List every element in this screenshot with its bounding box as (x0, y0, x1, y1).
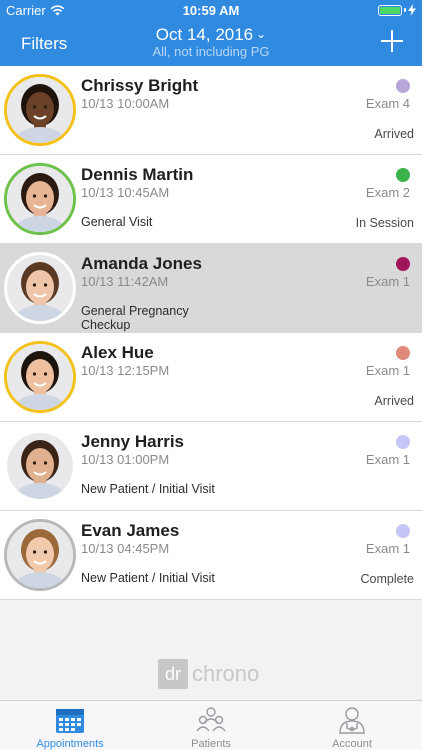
tab-appointments-label: Appointments (36, 738, 104, 750)
drchrono-logo: dr chrono (158, 659, 259, 689)
status-dot (396, 435, 410, 449)
tab-patients-label: Patients (191, 738, 231, 750)
tab-patients[interactable]: Patients (141, 701, 281, 750)
patient-name: Jenny Harris (81, 432, 184, 451)
tab-account[interactable]: Account (282, 701, 422, 750)
visit-reason: New Patient / Initial Visit (81, 571, 215, 585)
status-dot (396, 168, 410, 182)
appointment-time: 10/13 12:15PM (81, 363, 170, 378)
appointment-time: 10/13 04:45PM (81, 541, 170, 556)
patient-avatar (4, 430, 76, 502)
patient-name: Chrissy Bright (81, 76, 199, 95)
visit-reason: General Visit (81, 215, 153, 229)
appointment-time: 10/13 10:00AM (81, 96, 170, 111)
chevron-down-icon: ⌄ (256, 27, 267, 41)
patient-name: Dennis Martin (81, 165, 194, 184)
appointment-list: Chrissy Bright 10/13 10:00AM Exam 4 Arri… (0, 66, 422, 600)
appointment-status: Arrived (374, 394, 414, 408)
exam-room: Exam 1 (365, 274, 410, 289)
visit-reason: General Pregnancy Checkup (81, 304, 189, 332)
patient-name: Amanda Jones (81, 254, 202, 273)
exam-room: Exam 2 (365, 185, 410, 200)
patient-avatar (4, 341, 76, 413)
status-bar: Carrier 10:59 AM (0, 0, 422, 22)
top-bar: Carrier 10:59 AM Filters Oct 14, 2016 ⌄ A… (0, 0, 422, 66)
filter-subtitle: All, not including PG (152, 44, 270, 59)
appointment-row[interactable]: Amanda Jones 10/13 11:42AM General Pregn… (0, 244, 422, 333)
status-dot (396, 524, 410, 538)
status-dot (396, 257, 410, 271)
patient-name: Evan James (81, 521, 180, 540)
exam-room: Exam 4 (365, 96, 410, 111)
add-appointment-button[interactable] (381, 30, 403, 52)
exam-room: Exam 1 (365, 541, 410, 556)
clock: 10:59 AM (182, 3, 240, 18)
tab-bar: Appointments Patients Account (0, 700, 422, 750)
patients-icon (196, 707, 226, 732)
appointment-time: 10/13 01:00PM (81, 452, 170, 467)
date-picker[interactable]: Oct 14, 2016 ⌄ (0, 25, 422, 45)
exam-room: Exam 1 (365, 452, 410, 467)
logo-word: chrono (192, 661, 260, 686)
patient-avatar (4, 74, 76, 146)
patient-avatar (4, 519, 76, 591)
appointment-time: 10/13 10:45AM (81, 185, 170, 200)
nav-bar: Filters Oct 14, 2016 ⌄ All, not including… (0, 22, 422, 66)
appointment-row[interactable]: Dennis Martin 10/13 10:45AM General Visi… (0, 155, 422, 244)
appointment-status: Arrived (374, 127, 414, 141)
patient-avatar (4, 252, 76, 324)
appointment-row[interactable]: Alex Hue 10/13 12:15PM Exam 1 Arrived (0, 333, 422, 422)
appointment-status: In Session (355, 216, 414, 230)
appointment-status: Complete (360, 572, 415, 586)
tab-account-label: Account (332, 738, 372, 750)
appointment-time: 10/13 11:42AM (81, 274, 169, 289)
charging-icon (408, 4, 416, 16)
patient-name: Alex Hue (81, 343, 154, 362)
tab-appointments[interactable]: Appointments (0, 701, 140, 750)
exam-room: Exam 1 (365, 363, 410, 378)
appointment-row[interactable]: Jenny Harris 10/13 01:00PM New Patient /… (0, 422, 422, 511)
status-dot (396, 346, 410, 360)
patient-avatar (4, 163, 76, 235)
date-title: Oct 14, 2016 (155, 25, 254, 44)
account-icon (339, 707, 365, 734)
visit-reason: New Patient / Initial Visit (81, 482, 215, 496)
appointment-row[interactable]: Evan James 10/13 04:45PM New Patient / I… (0, 511, 422, 600)
calendar-icon (56, 709, 84, 733)
battery-icon (378, 4, 416, 16)
logo-mark: dr (158, 659, 188, 689)
appointment-row[interactable]: Chrissy Bright 10/13 10:00AM Exam 4 Arri… (0, 66, 422, 155)
status-dot (396, 79, 410, 93)
